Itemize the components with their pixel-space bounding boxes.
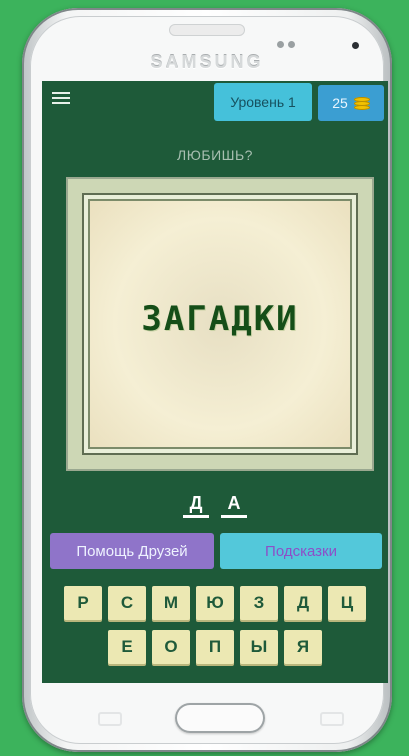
keyboard-row-2: Е О П Ы Я <box>42 630 388 664</box>
keyboard-row-1: Р С М Ю З Д Ц <box>42 586 388 620</box>
sensor-dots <box>277 35 299 53</box>
brand-logo: SAMSUNG <box>150 52 264 72</box>
letter-key[interactable]: З <box>240 586 278 620</box>
coins-badge[interactable]: 25 <box>318 85 384 121</box>
letter-key[interactable]: Я <box>284 630 322 664</box>
letter-key[interactable]: Ю <box>196 586 234 620</box>
coin-stack-icon <box>353 95 370 111</box>
hints-button[interactable]: Подсказки <box>220 533 382 569</box>
letter-key[interactable]: П <box>196 630 234 664</box>
letter-key[interactable]: Е <box>108 630 146 664</box>
earpiece <box>169 24 245 36</box>
back-button[interactable] <box>320 712 344 726</box>
answer-slots: ДА <box>42 493 388 518</box>
letter-key[interactable]: М <box>152 586 190 620</box>
coins-count: 25 <box>332 95 348 111</box>
letter-key[interactable]: Ц <box>328 586 366 620</box>
hamburger-icon[interactable] <box>52 92 70 106</box>
letter-key[interactable]: С <box>108 586 146 620</box>
help-friends-button[interactable]: Помощь Друзей <box>50 533 214 569</box>
letter-key[interactable]: Р <box>64 586 102 620</box>
level-badge[interactable]: Уровень 1 <box>214 83 312 121</box>
front-camera <box>352 42 359 49</box>
puzzle-image: ЗАГАДКИ <box>66 177 374 471</box>
recent-apps-button[interactable] <box>98 712 122 726</box>
answer-slot[interactable]: А <box>221 493 247 518</box>
letter-key[interactable]: Д <box>284 586 322 620</box>
game-screen: Уровень 1 25 ЛЮБИШЬ? ЗАГАДКИ ДА Помощь Д… <box>42 81 388 683</box>
letter-key[interactable]: О <box>152 630 190 664</box>
question-text: ЛЮБИШЬ? <box>177 147 253 163</box>
answer-slot[interactable]: Д <box>183 493 209 518</box>
home-button[interactable] <box>175 703 265 733</box>
letter-key[interactable]: Ы <box>240 630 278 664</box>
puzzle-image-title: ЗАГАДКИ <box>141 299 299 339</box>
